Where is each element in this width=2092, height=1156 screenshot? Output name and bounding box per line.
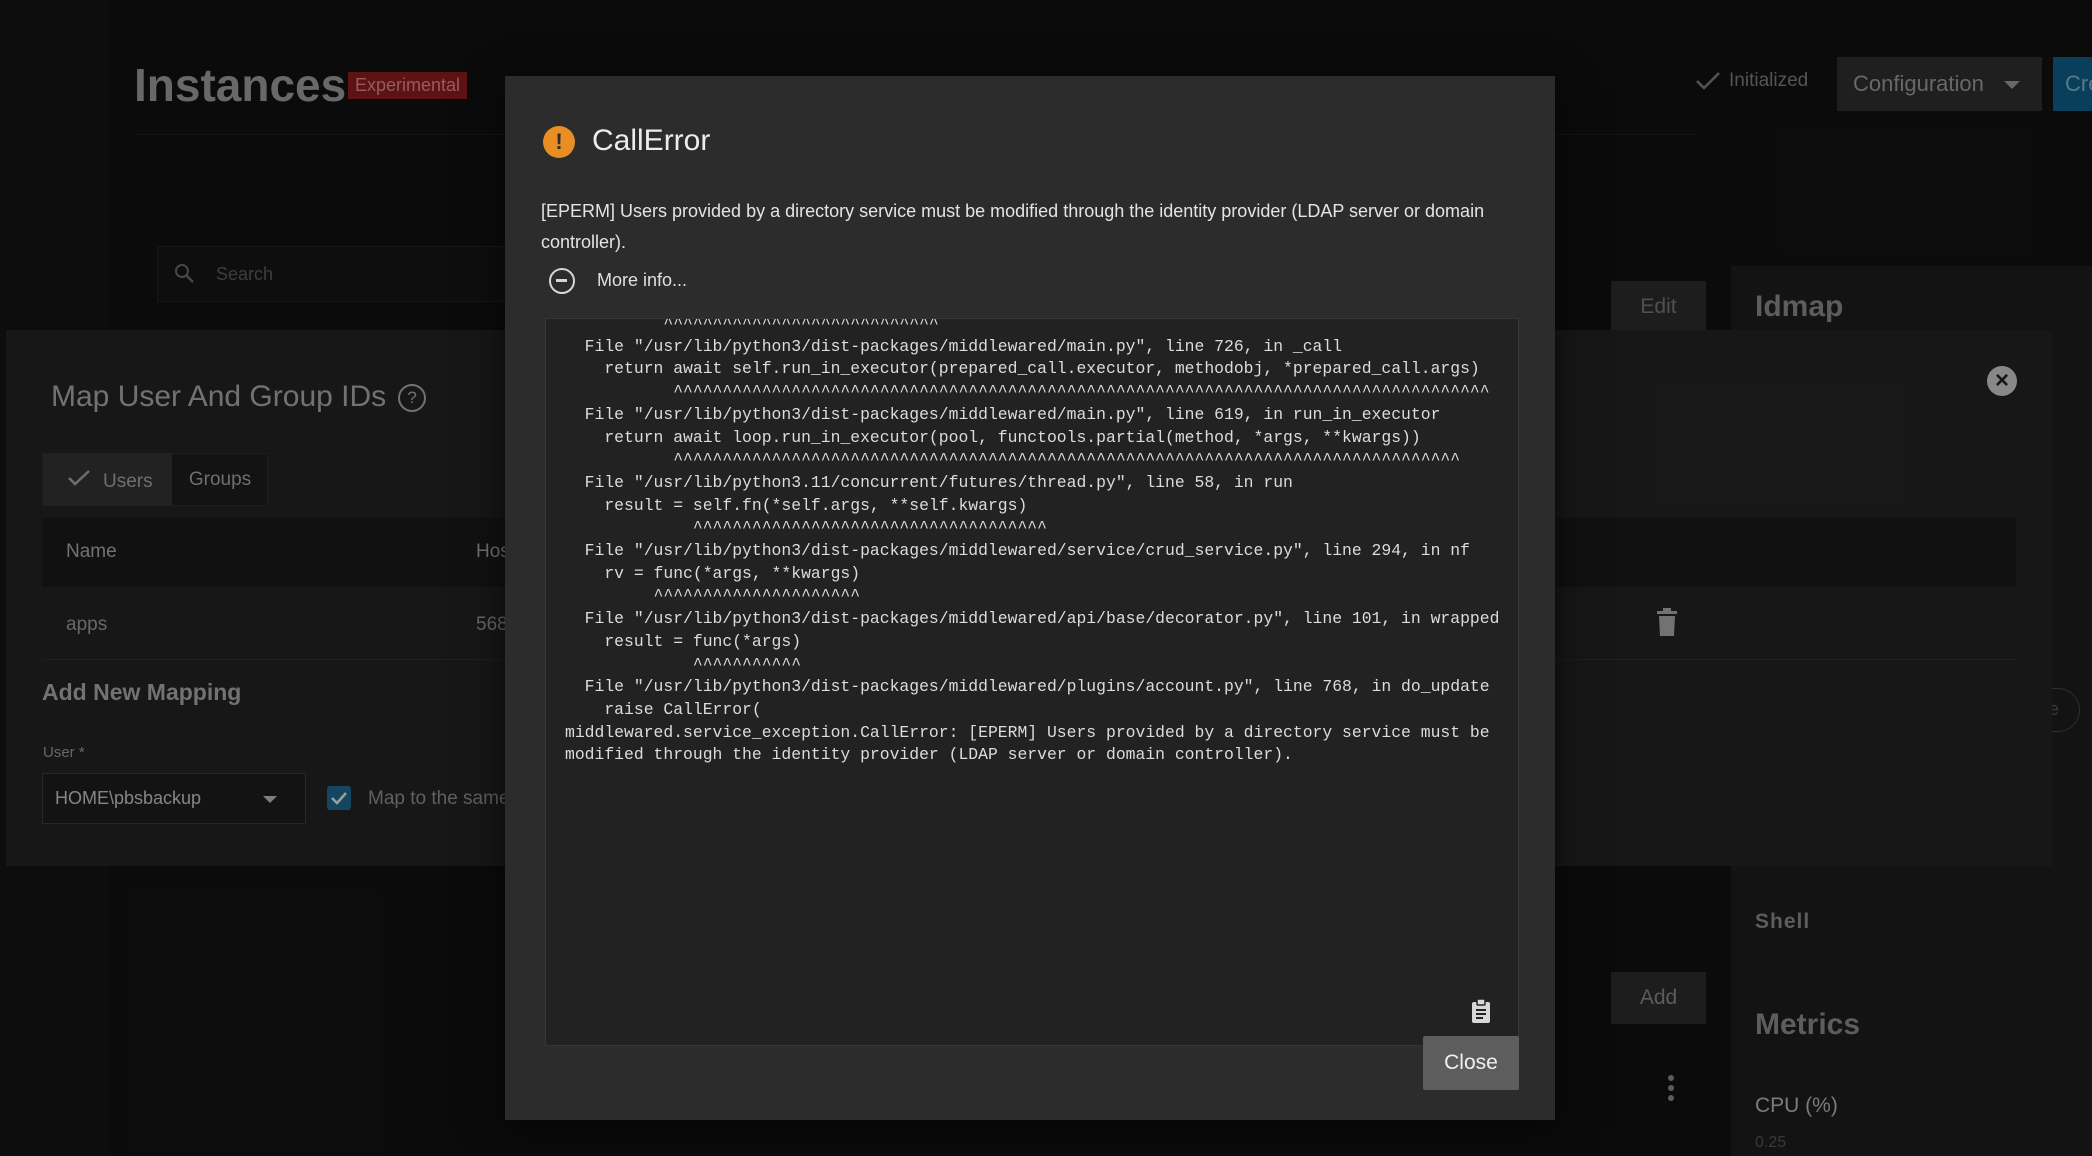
more-info-label: More info... <box>597 269 688 290</box>
warning-icon: ! <box>543 126 575 158</box>
close-button[interactable]: Close <box>1423 1036 1519 1090</box>
error-dialog: ! CallError [EPERM] Users provided by a … <box>505 76 1555 1120</box>
collapse-icon <box>549 268 575 294</box>
traceback-box[interactable]: ^^^^^^^^^^^^^^^^^^^^^^^^^^^^ File "/usr/… <box>545 318 1519 1046</box>
traceback-text: ^^^^^^^^^^^^^^^^^^^^^^^^^^^^ File "/usr/… <box>565 318 1500 765</box>
error-message: [EPERM] Users provided by a directory se… <box>541 201 1485 252</box>
dialog-title: CallError <box>592 124 711 157</box>
more-info-toggle[interactable]: More info... <box>549 268 687 294</box>
clipboard-icon[interactable] <box>1471 998 1491 1028</box>
